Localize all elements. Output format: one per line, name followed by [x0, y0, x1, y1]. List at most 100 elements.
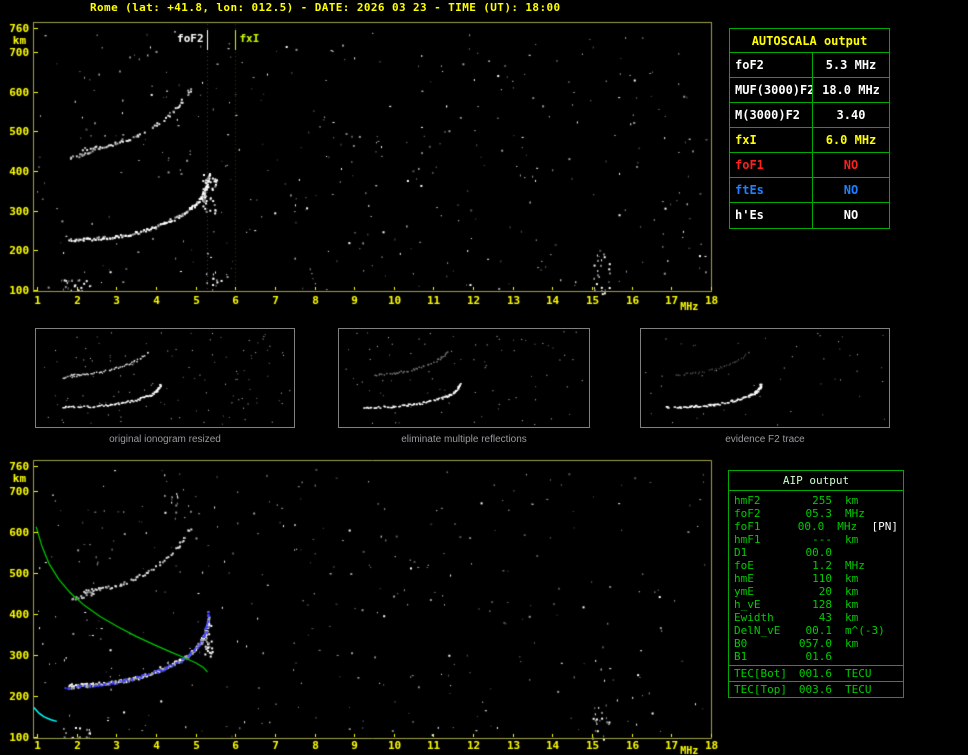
- param-value: 00.0: [805, 546, 833, 559]
- param-unit: km: [845, 533, 859, 546]
- param-label: D1: [734, 546, 748, 559]
- param-value: 001.6: [798, 667, 832, 680]
- param-value: 1.2: [812, 559, 832, 572]
- table-row: Ewidth 43 km: [729, 611, 903, 624]
- table-row: MUF(3000)F2 18.0 MHz: [730, 78, 889, 103]
- thumbnail-caption: eliminate multiple reflections: [401, 434, 527, 445]
- table-row: foF1 NO: [730, 153, 889, 178]
- param-flag: [PN]: [871, 520, 899, 533]
- param-label: Ewidth: [734, 611, 774, 624]
- app-root: Rome (lat: +41.8, lon: 012.5) - DATE: 20…: [0, 0, 968, 755]
- param-unit: km: [845, 611, 859, 624]
- table-row: foE 1.2 MHz: [729, 559, 903, 572]
- param-label: foF2: [730, 53, 813, 77]
- param-flag: [880, 507, 898, 520]
- param-flag: [880, 611, 898, 624]
- table-row: B1 01.6: [729, 650, 903, 663]
- param-value: 5.3 MHz: [825, 58, 877, 72]
- param-label: M(3000)F2: [730, 103, 813, 127]
- param-unit: km: [845, 585, 859, 598]
- autoscala-table-title: AUTOSCALA output: [730, 29, 889, 53]
- param-value: NO: [843, 158, 859, 172]
- param-flag: [880, 624, 898, 637]
- aip-output-table: AIP output hmF2 255 km foF2 05.3 MHz foF…: [728, 470, 904, 698]
- param-label: ymE: [734, 585, 754, 598]
- param-unit: MHz: [837, 520, 858, 533]
- param-flag: [880, 546, 898, 559]
- param-value: 128: [812, 598, 832, 611]
- table-row: h'Es NO: [730, 203, 889, 228]
- param-flag: [880, 598, 898, 611]
- param-unit: km: [845, 637, 859, 650]
- param-label: foF2: [734, 507, 761, 520]
- thumbnail-caption: evidence F2 trace: [725, 434, 805, 445]
- param-value: NO: [843, 208, 859, 222]
- table-row: foF2 05.3 MHz: [729, 507, 903, 520]
- param-label: foF1: [734, 520, 761, 533]
- param-flag: [880, 585, 898, 598]
- param-flag: [880, 494, 898, 507]
- table-row: ymE 20 km: [729, 585, 903, 598]
- thumbnail-original-ionogram: [35, 328, 295, 428]
- table-row: foF2 5.3 MHz: [730, 53, 889, 78]
- param-label: B0: [734, 637, 748, 650]
- param-value: 01.6: [805, 650, 833, 663]
- table-row: TEC[Bot] 001.6 TECU: [729, 665, 903, 680]
- param-value: 6.0 MHz: [825, 133, 877, 147]
- param-unit: km: [845, 494, 859, 507]
- param-value: ---: [812, 533, 832, 546]
- table-row: B0 057.0 km: [729, 637, 903, 650]
- param-flag: [880, 650, 898, 663]
- param-flag: [880, 533, 898, 546]
- param-label: hmE: [734, 572, 754, 585]
- param-unit: [832, 650, 880, 663]
- thumbnail-evidence-f2-trace: [640, 328, 890, 428]
- param-value: 110: [812, 572, 832, 585]
- param-unit: MHz: [845, 507, 865, 520]
- table-row: D1 00.0: [729, 546, 903, 559]
- param-label: fxI: [730, 128, 813, 152]
- param-value: 003.6: [798, 683, 832, 696]
- thumbnail-eliminate-multiples: [338, 328, 590, 428]
- param-unit: TECU: [845, 683, 872, 696]
- table-row: hmF2 255 km: [729, 494, 903, 507]
- param-flag: [880, 572, 898, 585]
- thumbnail-caption: original ionogram resized: [109, 434, 221, 445]
- param-value: 43: [818, 611, 832, 624]
- aip-table-title: AIP output: [729, 471, 903, 491]
- table-row: fxI 6.0 MHz: [730, 128, 889, 153]
- param-flag: [880, 683, 898, 695]
- param-value: 00.0: [797, 520, 825, 533]
- param-value: 057.0: [798, 637, 832, 650]
- param-label: foE: [734, 559, 754, 572]
- param-value: 18.0 MHz: [822, 83, 880, 97]
- param-label: h_vE: [734, 598, 761, 611]
- param-label: hmF1: [734, 533, 761, 546]
- param-value: 3.40: [836, 108, 866, 122]
- param-label: DelN_vE: [734, 624, 781, 637]
- param-value: 00.1: [805, 624, 833, 637]
- table-row: TEC[Top] 003.6 TECU: [729, 681, 903, 696]
- param-label: TEC[Bot]: [734, 667, 787, 680]
- table-row: foF1 00.0 MHz [PN]: [729, 520, 903, 533]
- param-label: B1: [734, 650, 748, 663]
- param-unit: TECU: [845, 667, 872, 680]
- param-flag: [880, 637, 898, 650]
- param-label: TEC[Top]: [734, 683, 787, 696]
- autoscala-output-table: AUTOSCALA output foF2 5.3 MHz MUF(3000)F…: [729, 28, 890, 229]
- param-flag: [880, 667, 898, 679]
- table-row: hmF1 --- km: [729, 533, 903, 546]
- table-row: DelN_vE 00.1 m^(-3): [729, 624, 903, 637]
- ionogram-plot-main: [0, 14, 724, 314]
- param-unit: km: [845, 572, 859, 585]
- param-unit: MHz: [845, 559, 865, 572]
- table-row: ftEs NO: [730, 178, 889, 203]
- param-flag: [880, 559, 898, 572]
- table-row: M(3000)F2 3.40: [730, 103, 889, 128]
- param-unit: km: [845, 598, 859, 611]
- table-row: h_vE 128 km: [729, 598, 903, 611]
- param-label: ftEs: [730, 178, 813, 202]
- param-value: 20: [818, 585, 832, 598]
- param-value: NO: [843, 183, 859, 197]
- table-row: hmE 110 km: [729, 572, 903, 585]
